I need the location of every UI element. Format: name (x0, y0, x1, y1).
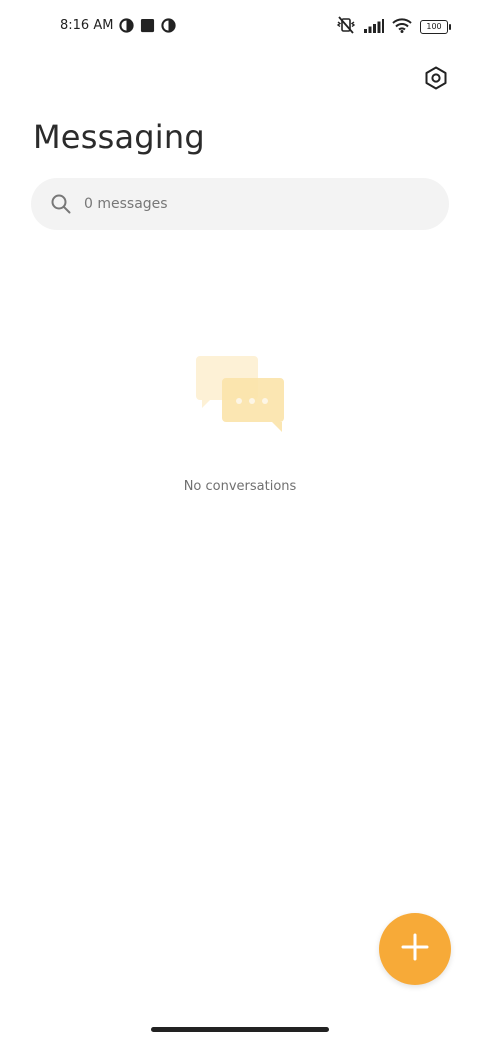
search-icon (50, 193, 72, 215)
battery-icon: 100 (420, 20, 451, 34)
page-title: Messaging (33, 118, 205, 156)
status-right: 100 (336, 16, 451, 38)
wifi-icon (392, 17, 412, 37)
vibrate-off-icon (336, 16, 356, 38)
status-left: 8:16 AM (60, 18, 177, 33)
battery-level: 100 (426, 22, 442, 31)
home-indicator[interactable] (151, 1027, 329, 1032)
plus-icon (401, 933, 429, 965)
empty-state-text: No conversations (183, 479, 297, 494)
data-saver-icon (161, 18, 177, 33)
settings-hexagon-icon (424, 66, 448, 94)
status-bar: 8:16 AM 100 (0, 0, 480, 54)
status-time: 8:16 AM (60, 18, 114, 33)
search-bar[interactable] (31, 178, 449, 230)
chat-bubbles-icon (194, 356, 288, 440)
signal-icon (364, 18, 384, 37)
new-conversation-button[interactable] (379, 913, 451, 985)
data-saver-icon (119, 18, 135, 33)
empty-state-illustration (194, 354, 288, 436)
app-notification-icon (140, 18, 155, 33)
settings-button[interactable] (424, 66, 448, 94)
search-input[interactable] (84, 196, 424, 212)
